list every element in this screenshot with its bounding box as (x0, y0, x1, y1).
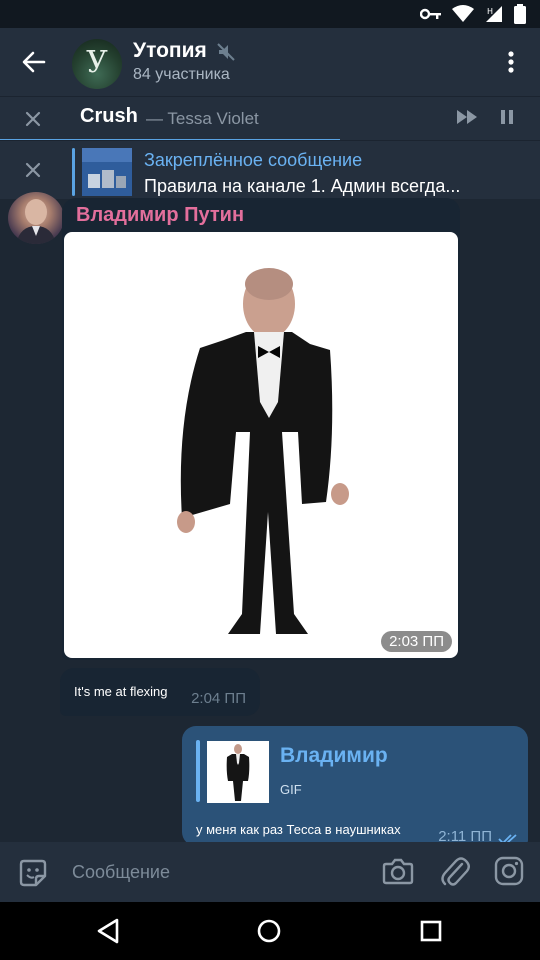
audio-player-bar[interactable]: Crush — Tessa Violet (0, 96, 540, 141)
pinned-text: Правила на канале 1. Админ всегда... (144, 176, 461, 196)
text-message-bubble[interactable]: It's me at flexing 2:04 ПП (60, 668, 260, 716)
close-icon (25, 162, 41, 178)
cellular-icon: H (486, 6, 502, 22)
message-text: It's me at flexing (74, 684, 168, 699)
reply-type-label: GIF (280, 782, 302, 797)
instagram-icon (494, 856, 524, 886)
message-input[interactable] (70, 854, 364, 890)
group-avatar[interactable]: У (72, 39, 122, 89)
reply-accent-line (196, 740, 200, 802)
pinned-accent-line (72, 148, 75, 196)
nav-home-button[interactable] (256, 918, 282, 949)
gif-image[interactable]: 2:03 ПП (64, 232, 458, 658)
message-timestamp: 2:04 ПП (191, 690, 246, 707)
pause-button[interactable] (500, 109, 514, 130)
wifi-icon (452, 5, 474, 22)
pinned-message-bar[interactable]: Закреплённое сообщение Правила на канале… (0, 140, 540, 199)
camera-icon (382, 858, 414, 885)
svg-text:H: H (487, 7, 493, 16)
fast-forward-button[interactable] (456, 109, 478, 130)
more-options-button[interactable] (496, 44, 526, 80)
attach-button[interactable] (440, 856, 470, 893)
paperclip-icon (441, 857, 470, 886)
back-arrow-icon (22, 51, 46, 73)
key-icon (420, 8, 441, 20)
nav-home-icon (257, 919, 281, 943)
battery-icon (514, 4, 526, 24)
member-count: 84 участника (133, 66, 230, 83)
gif-timestamp: 2:03 ПП (381, 631, 452, 652)
close-icon (25, 111, 41, 127)
sticker-icon (19, 859, 47, 887)
reply-sender-name: Владимир (280, 744, 388, 767)
chat-title[interactable]: Утопия (133, 39, 207, 63)
nav-recent-icon (420, 920, 442, 942)
track-artist: — Tessa Violet (146, 109, 259, 128)
mute-icon (216, 42, 236, 67)
system-nav-bar (0, 902, 540, 960)
chat-header: У Утопия 84 участника (0, 28, 540, 96)
instagram-button[interactable] (494, 856, 524, 891)
group-avatar-letter: У (86, 45, 108, 80)
sender-avatar[interactable] (8, 192, 64, 244)
reply-thumbnail[interactable] (207, 741, 269, 803)
back-button[interactable] (14, 40, 54, 84)
gif-message-bubble[interactable]: Владимир Путин 2:03 ПП (62, 198, 460, 660)
outgoing-message-bubble[interactable]: Владимир GIF у меня как раз Тесса в науш… (182, 726, 528, 846)
outgoing-text: у меня как раз Тесса в наушниках (196, 822, 401, 837)
sender-name[interactable]: Владимир Путин (76, 204, 244, 227)
track-title: Crush (80, 105, 138, 127)
more-vert-icon (508, 51, 514, 73)
pinned-thumbnail (82, 148, 132, 196)
sticker-button[interactable] (18, 858, 48, 893)
pinned-title: Закреплённое сообщение (144, 150, 363, 170)
camera-button[interactable] (382, 856, 414, 891)
status-icons: H (420, 4, 526, 24)
player-close-button[interactable] (20, 107, 46, 131)
pinned-close-button[interactable] (20, 157, 46, 183)
nav-recent-button[interactable] (420, 920, 442, 947)
pause-icon (501, 110, 513, 124)
nav-back-button[interactable] (96, 918, 120, 949)
nav-back-icon (97, 918, 119, 944)
status-bar: H (0, 0, 540, 28)
fast-forward-icon (457, 110, 477, 124)
message-composer (0, 842, 540, 902)
